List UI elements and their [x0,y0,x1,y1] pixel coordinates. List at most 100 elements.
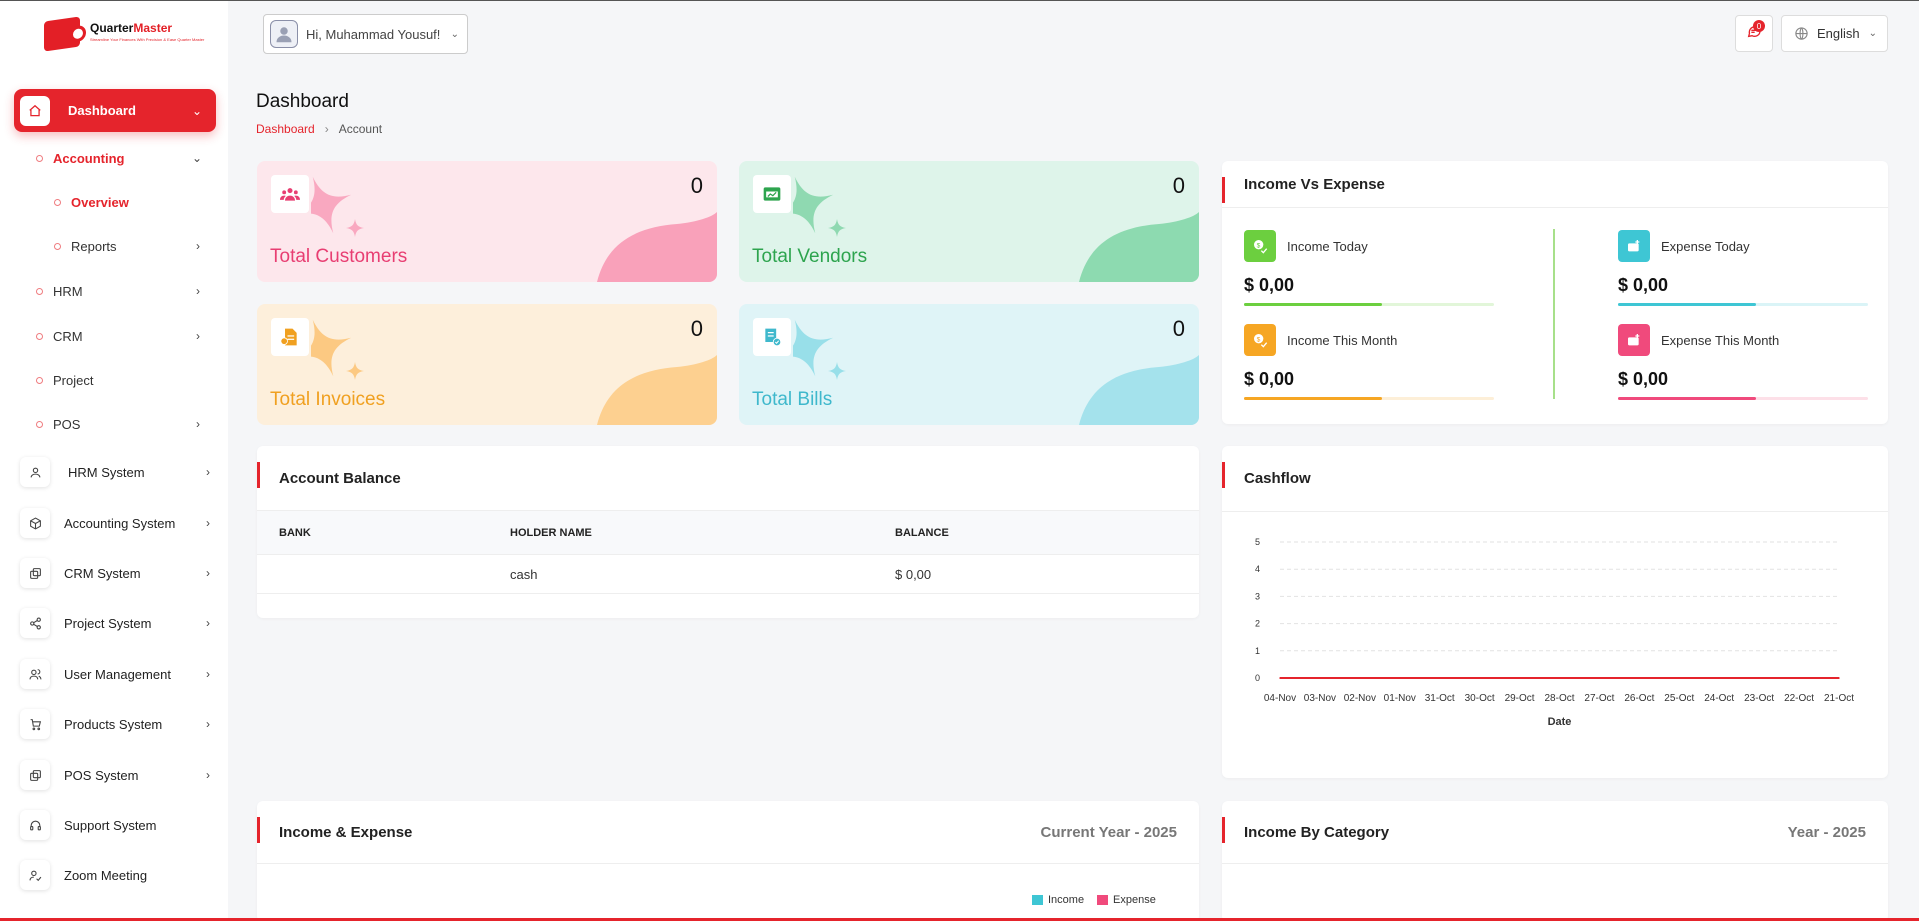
y-tick-label: 2 [1255,619,1260,629]
x-tick-label: 30-Oct [1465,693,1495,704]
x-axis-label: Date [1548,716,1572,728]
x-tick-label: 28-Oct [1544,693,1574,704]
data-point [1438,677,1441,679]
y-tick-label: 4 [1255,564,1260,574]
panel-header: Income Vs Expense [1222,161,1888,208]
user-menu-button[interactable]: Hi, Muhammad Yousuf! ⌄ [263,14,468,54]
breadcrumb: Dashboard › Account [256,122,382,136]
sidebar-item-hrm[interactable]: HRM › [0,276,228,306]
money-icon: $ [1244,230,1276,262]
user-greeting: Hi, Muhammad Yousuf! [306,26,441,42]
bullet-icon [54,198,61,206]
chevron-down-icon: ⌄ [1868,28,1877,39]
invoice-icon [271,318,309,356]
stat-label: Total Bills [752,389,833,410]
sidebar-item-accounting[interactable]: Accounting ⌄ [0,143,228,173]
sidebar-item-overview[interactable]: Overview [0,187,228,217]
sidebar-item-pos[interactable]: POS › [0,409,228,439]
legend-expense[interactable]: Expense [1097,894,1156,906]
column-header-bank: BANK [279,526,311,539]
y-tick-label: 1 [1255,646,1260,656]
brand-logo[interactable]: QuarterMaster Streamline Your Finances W… [44,16,204,53]
progress-bar [1244,397,1494,400]
data-point [1638,677,1641,679]
x-tick-label: 01-Nov [1384,693,1416,704]
cashflow-chart[interactable]: 0 1 2 3 4 5 04-Nov 03-Nov 02-Nov 01-Nov 31-Oct 30-O… [1222,512,1888,778]
sidebar-item-project[interactable]: Project [0,365,228,395]
users-icon [271,175,309,213]
user-check-icon [20,860,50,890]
language-selector[interactable]: English ⌄ [1781,15,1888,52]
table-row[interactable]: cash $ 0,00 [257,554,1199,594]
panel-title: Income & Expense [279,823,413,841]
sidebar-item-label: POS System [64,767,139,783]
y-tick-label: 0 [1255,673,1260,683]
sidebar-item-products-system[interactable]: Products System › [20,706,210,742]
sidebar-item-label: Accounting System [64,515,176,531]
data-point [1598,677,1601,679]
sidebar-item-label: HRM [53,283,83,299]
cell-balance: $ 0,00 [895,566,932,582]
sidebar-item-hrm-system[interactable]: HRM System › [20,454,210,490]
progress-bar [1618,303,1868,306]
stat-card-vendors[interactable]: 0 Total Vendors [739,161,1199,282]
sparkle-decoration [793,319,846,380]
sidebar-item-support-system[interactable]: Support System [20,807,210,843]
sidebar-item-crm-system[interactable]: CRM System › [20,555,210,591]
data-point [1319,677,1321,679]
headset-icon [20,810,50,840]
chevron-right-icon: › [206,465,210,479]
chevron-right-icon: › [206,667,210,681]
sparkle-decoration [793,176,846,237]
income-expense-panel: Income & Expense Current Year - 2025 Inc… [257,801,1199,921]
column-header-balance: BALANCE [895,526,949,539]
account-balance-panel: Account Balance BANK HOLDER NAME BALANCE… [257,446,1199,618]
notifications-button[interactable]: 0 [1735,15,1773,52]
x-tick-label: 27-Oct [1584,693,1614,704]
sidebar-item-project-system[interactable]: Project System › [20,605,210,641]
chevron-right-icon: › [206,616,210,630]
page-title: Dashboard [256,91,349,112]
sidebar-item-label: CRM [53,328,83,344]
panel-title: Cashflow [1244,470,1311,487]
x-tick-label: 22-Oct [1784,693,1814,704]
legend-income[interactable]: Income [1032,894,1084,906]
stat-card-bills[interactable]: 0 Total Bills [739,304,1199,425]
svg-text:$: $ [1257,242,1261,249]
sidebar-item-reports[interactable]: Reports › [0,231,228,261]
sidebar-item-pos-system[interactable]: POS System › [20,757,210,793]
chevron-down-icon: ⌄ [191,151,202,165]
income-by-category-panel: Income By Category Year - 2025 [1222,801,1888,921]
sidebar-item-dashboard[interactable]: Dashboard ⌄ [14,89,216,132]
bullet-icon [36,420,43,428]
sidebar-item-zoom-meeting[interactable]: Zoom Meeting [20,857,210,893]
stat-card-customers[interactable]: 0 Total Customers [257,161,717,282]
x-tick-label: 24-Oct [1704,693,1734,704]
x-tick-label: 29-Oct [1505,693,1535,704]
breadcrumb-dashboard-link[interactable]: Dashboard [256,122,315,136]
sidebar-item-label: POS [53,416,81,432]
chevron-right-icon: › [196,284,200,298]
bullet-icon [36,332,43,340]
column-header-holder-name: HOLDER NAME [510,526,592,539]
sidebar-item-user-management[interactable]: User Management › [20,656,210,692]
chevron-right-icon: › [206,717,210,731]
chevron-right-icon: › [196,329,200,343]
panel-title: Income By Category [1244,823,1390,841]
table-header: BANK HOLDER NAME BALANCE [257,511,1199,554]
sidebar-item-accounting-system[interactable]: Accounting System › [20,505,210,541]
chevron-right-icon: › [206,516,210,530]
stat-label: Total Vendors [752,246,868,267]
stat-value: 0 [690,173,703,198]
wallet-icon [1618,230,1650,262]
data-point [1359,677,1361,679]
data-point [1279,677,1281,679]
data-point [1558,677,1561,679]
sidebar-item-crm[interactable]: CRM › [0,321,228,351]
x-tick-label: 02-Nov [1344,693,1376,704]
users-icon [20,659,50,689]
avatar [270,20,298,48]
sidebar-item-label: User Management [64,666,171,682]
x-tick-label: 25-Oct [1664,693,1694,704]
stat-card-invoices[interactable]: 0 Total Invoices [257,304,717,425]
